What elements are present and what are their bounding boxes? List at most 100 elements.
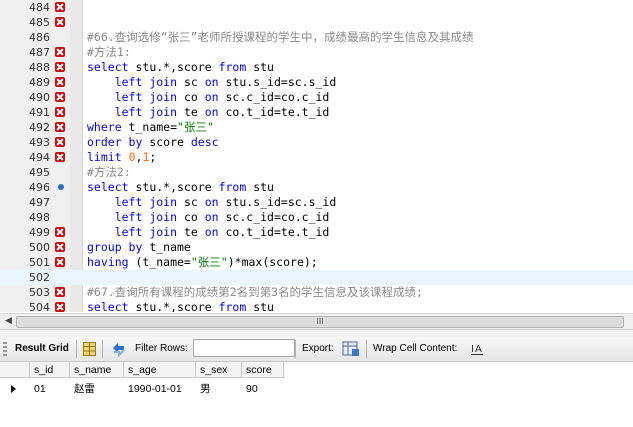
error-x-icon[interactable]	[55, 302, 65, 312]
code-token: left join	[114, 210, 178, 224]
code-line[interactable]: 495 #方法2:	[0, 165, 633, 180]
toolbar-grip[interactable]	[3, 342, 7, 356]
code-text: where t_name="张三"	[87, 120, 214, 135]
code-token: sc	[177, 195, 205, 209]
line-number: 492	[29, 121, 50, 134]
grid-view-icon[interactable]	[83, 342, 96, 359]
error-x-icon[interactable]	[55, 152, 65, 162]
code-line[interactable]: 491 left join te on co.t_id=te.t_id	[0, 105, 633, 120]
error-x-icon[interactable]	[55, 92, 65, 102]
error-x-icon[interactable]	[55, 137, 65, 147]
code-text: #67.查询所有课程的成绩第2名到第3名的学生信息及该课程成绩;	[87, 285, 423, 300]
column-header[interactable]: s_age	[124, 362, 196, 378]
code-token: from	[218, 180, 247, 194]
wrap-text-icon[interactable]: I A	[470, 342, 484, 359]
code-token: ;	[149, 150, 157, 164]
horizontal-scrollbar[interactable]: ◀ III	[0, 313, 633, 329]
code-line[interactable]: 486 #66.查询选修“张三”老师所授课程的学生中，成绩最高的学生信息及其成绩	[0, 30, 633, 45]
line-number: 501	[29, 256, 50, 269]
grid-corner-cell[interactable]	[0, 362, 30, 378]
blue-dot-icon[interactable]	[58, 184, 64, 190]
error-x-icon[interactable]	[55, 257, 65, 267]
error-x-icon[interactable]	[55, 17, 65, 27]
line-number: 497	[29, 196, 50, 209]
error-x-icon[interactable]	[55, 227, 65, 237]
code-line[interactable]: 499 left join te on co.t_id=te.t_id	[0, 225, 633, 240]
line-number: 500	[29, 241, 50, 254]
code-text: left join sc on stu.s_id=sc.s_id	[87, 195, 337, 210]
code-token: (t_name=	[128, 255, 191, 269]
sql-editor[interactable]: 484 485 486 #66.查询选修“张三”老师所授课程的学生中，成绩最高的学生信…	[0, 0, 633, 312]
wrap-cell-label: Wrap Cell Content:	[373, 343, 458, 354]
error-x-icon[interactable]	[55, 287, 65, 297]
error-x-icon[interactable]	[55, 77, 65, 87]
scrollbar-thumb[interactable]: III	[16, 316, 624, 328]
code-token: sc	[177, 75, 205, 89]
error-x-icon[interactable]	[55, 122, 65, 132]
code-token: stu	[246, 300, 274, 312]
code-token: from	[218, 300, 247, 312]
code-line[interactable]: 503 #67.查询所有课程的成绩第2名到第3名的学生信息及该课程成绩;	[0, 285, 633, 300]
code-line[interactable]: 493 order by score desc	[0, 135, 633, 150]
refresh-icon[interactable]	[110, 341, 127, 360]
column-header[interactable]: score	[242, 362, 284, 378]
grid-cell[interactable]: 1990-01-01	[124, 380, 196, 398]
error-x-icon[interactable]	[55, 62, 65, 72]
code-token: )*max(score);	[227, 255, 318, 269]
code-line[interactable]: 492 where t_name="张三"	[0, 120, 633, 135]
code-line[interactable]: 498 left join co on sc.c_id=co.c_id	[0, 210, 633, 225]
code-line[interactable]: 500 group by t_name	[0, 240, 633, 255]
scroll-left-arrow-icon[interactable]: ◀	[2, 315, 15, 328]
error-x-icon[interactable]	[55, 242, 65, 252]
code-text: left join co on sc.c_id=co.c_id	[87, 90, 330, 105]
code-line[interactable]: 489 left join sc on stu.s_id=sc.s_id	[0, 75, 633, 90]
code-line[interactable]: 501 having (t_name="张三")*max(score);	[0, 255, 633, 270]
code-token: #67.查询所有课程的成绩第2名到第3名的学生信息及该课程成绩;	[87, 285, 423, 299]
line-number: 486	[29, 31, 50, 44]
code-text: select stu.*,score from stu	[87, 300, 274, 312]
code-line[interactable]: 487 #方法1:	[0, 45, 633, 60]
result-grid[interactable]: s_id s_name s_age s_sex score 01 赵雷 1990…	[0, 362, 633, 427]
code-line[interactable]: 494 limit 0,1;	[0, 150, 633, 165]
export-label: Export:	[302, 343, 334, 354]
line-number: 498	[29, 211, 50, 224]
code-line[interactable]: 504 select stu.*,score from stu	[0, 300, 633, 312]
column-header[interactable]: s_name	[70, 362, 124, 378]
code-token: left join	[114, 90, 178, 104]
line-number: 493	[29, 136, 50, 149]
column-header[interactable]: s_id	[30, 362, 70, 378]
grid-cell[interactable]: 90	[242, 380, 284, 398]
code-token: stu.*,score	[128, 300, 219, 312]
line-number: 485	[29, 16, 50, 29]
line-number: 496	[29, 181, 50, 194]
code-token: sc.c_id=co.c_id	[218, 210, 330, 224]
code-line[interactable]: 502	[0, 270, 633, 285]
error-x-icon[interactable]	[55, 107, 65, 117]
code-token: sc.c_id=co.c_id	[218, 90, 330, 104]
code-line[interactable]: 485	[0, 15, 633, 30]
table-row[interactable]: 01 赵雷 1990-01-01 男 90	[0, 380, 633, 398]
result-grid-tab[interactable]: Result Grid	[15, 337, 69, 361]
column-header[interactable]: s_sex	[196, 362, 242, 378]
line-number: 484	[29, 1, 50, 14]
code-text: left join te on co.t_id=te.t_id	[87, 105, 330, 120]
panel-splitter[interactable]	[0, 329, 633, 337]
code-text: #方法1:	[87, 45, 131, 60]
code-line[interactable]: 496 select stu.*,score from stu	[0, 180, 633, 195]
code-line[interactable]: 497 left join sc on stu.s_id=sc.s_id	[0, 195, 633, 210]
error-x-icon[interactable]	[55, 47, 65, 57]
error-x-icon[interactable]	[55, 2, 65, 12]
line-number: 487	[29, 46, 50, 59]
filter-rows-input[interactable]	[193, 339, 295, 357]
code-line[interactable]: 488 select stu.*,score from stu	[0, 60, 633, 75]
grid-cell[interactable]: 01	[30, 380, 70, 398]
grid-cell[interactable]: 赵雷	[70, 380, 124, 398]
code-token: stu.*,score	[128, 60, 219, 74]
export-icon[interactable]	[342, 341, 360, 360]
code-line[interactable]: 490 left join co on sc.c_id=co.c_id	[0, 90, 633, 105]
code-token: select	[87, 300, 129, 312]
code-line[interactable]: 484	[0, 0, 633, 15]
grid-cell[interactable]: 男	[196, 380, 242, 398]
line-number: 495	[29, 166, 50, 179]
